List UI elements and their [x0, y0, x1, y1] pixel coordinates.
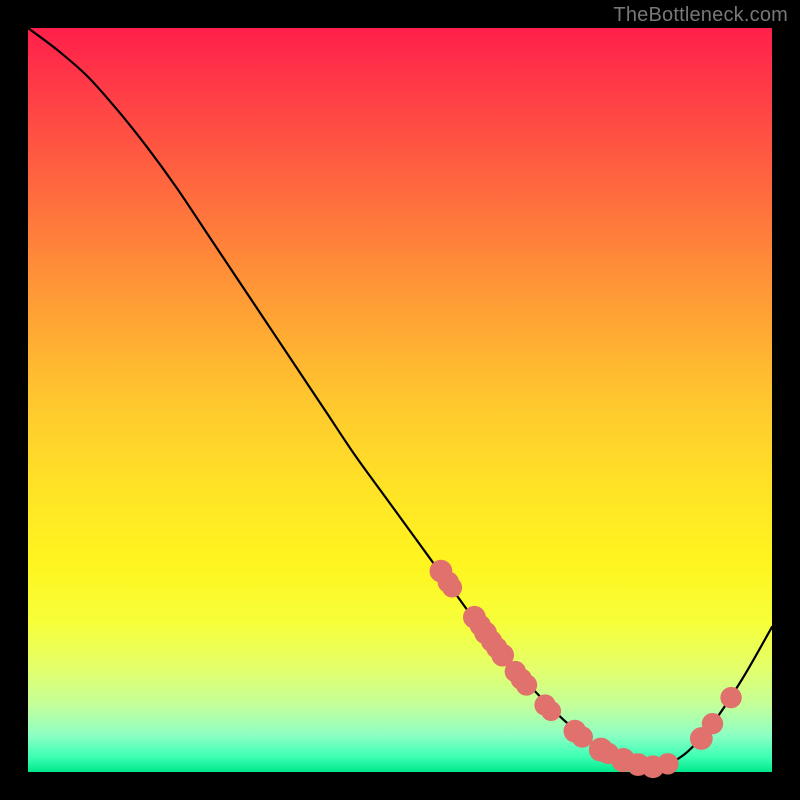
data-marker — [572, 726, 593, 747]
chart-svg — [28, 28, 772, 772]
bottleneck-curve — [28, 28, 772, 768]
data-marker — [657, 753, 678, 774]
marker-layer — [430, 560, 742, 778]
data-marker — [720, 687, 741, 708]
data-marker — [442, 577, 462, 597]
data-marker — [516, 674, 537, 695]
data-marker — [702, 713, 723, 734]
chart-canvas — [28, 28, 772, 772]
watermark-label: TheBottleneck.com — [613, 4, 788, 27]
data-marker — [541, 701, 561, 721]
